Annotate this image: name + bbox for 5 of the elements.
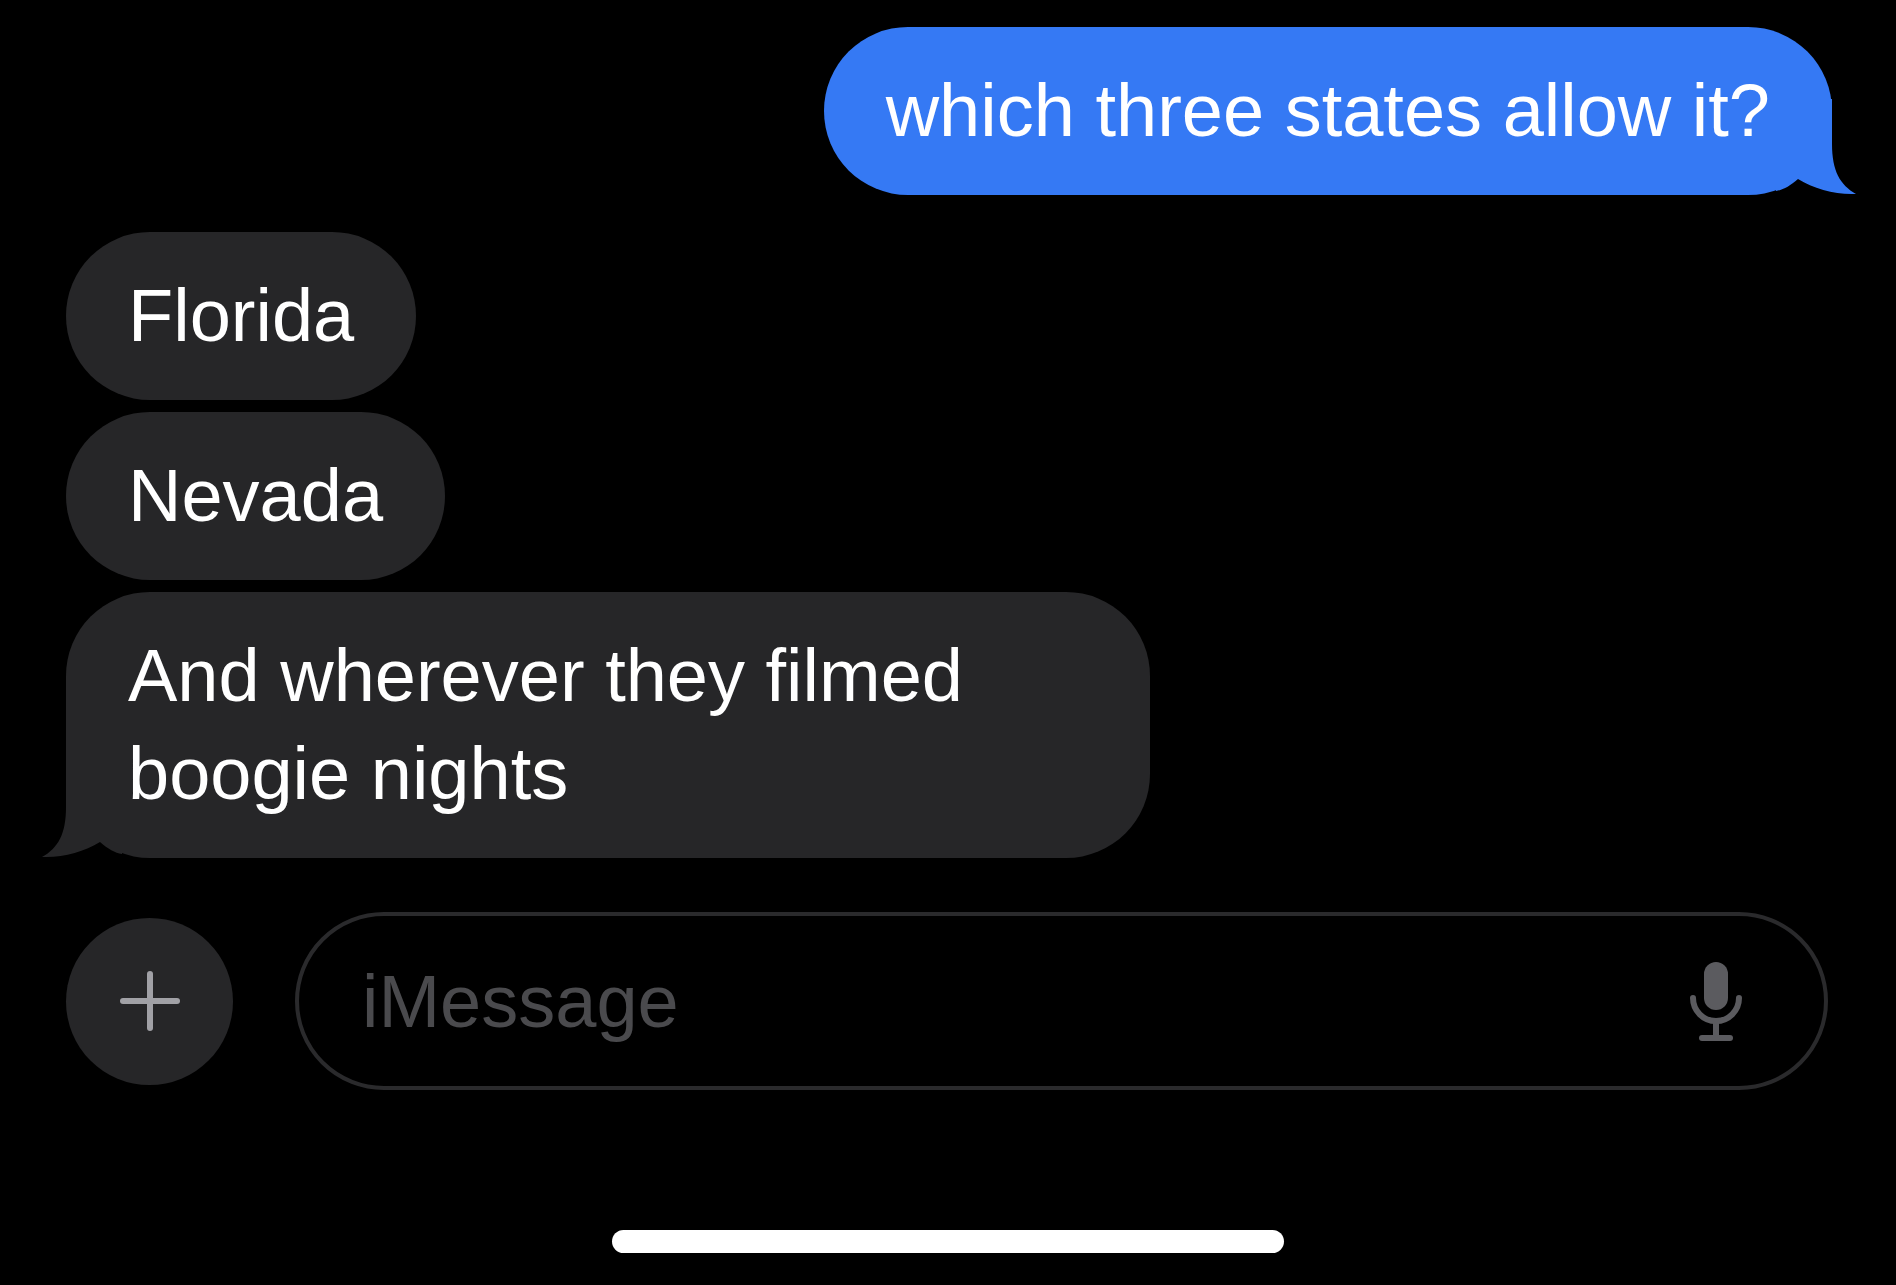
message-input-field[interactable]: iMessage: [295, 912, 1828, 1090]
message-bubble: Florida: [66, 232, 417, 400]
plus-icon: [119, 971, 180, 1031]
microphone-icon[interactable]: [1687, 962, 1745, 1042]
message-bubble: Nevada: [66, 412, 446, 580]
